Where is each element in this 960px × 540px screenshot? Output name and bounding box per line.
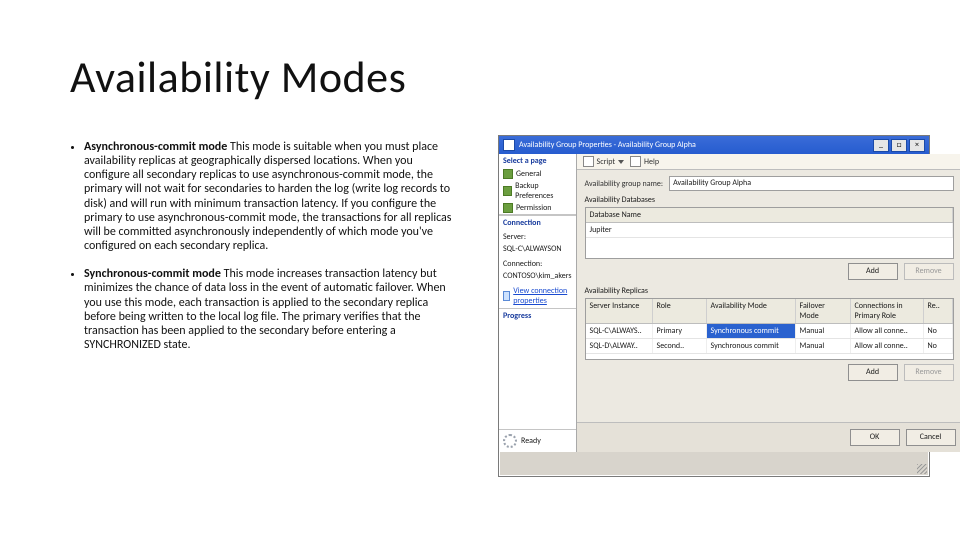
- table-row: SQL-C\ALWAYS.. Primary Synchronous commi…: [586, 324, 953, 339]
- view-connection-link[interactable]: View connection properties: [499, 284, 576, 308]
- term-async: Asynchronous-commit mode: [84, 140, 227, 154]
- bullet-sync: Synchronous-commit mode This mode increa…: [84, 267, 460, 352]
- nav-panel: Select a page General Backup Preferences…: [499, 154, 577, 452]
- page-icon: [503, 169, 513, 179]
- table-row: SQL-D\ALWAY.. Second.. Synchronous commi…: [586, 339, 953, 354]
- page-title: Availability Modes: [70, 50, 406, 104]
- cancel-button[interactable]: Cancel: [906, 429, 956, 446]
- bullet-async: Asynchronous-commit mode This mode is su…: [84, 140, 460, 253]
- maximize-button[interactable]: □: [891, 139, 907, 152]
- spinner-icon: [503, 434, 517, 448]
- db-add-button[interactable]: Add: [848, 263, 898, 280]
- nav-item-general[interactable]: General: [499, 168, 576, 180]
- databases-label: Availability Databases: [585, 195, 954, 205]
- nav-item-permission[interactable]: Permission: [499, 202, 576, 214]
- help-icon: [630, 156, 641, 167]
- link-icon: [503, 291, 510, 301]
- ribbon: Script Help: [577, 154, 960, 170]
- progress-row: Ready: [499, 429, 576, 452]
- script-menu[interactable]: Script: [583, 156, 625, 167]
- app-icon: [503, 139, 515, 151]
- db-header: Database Name: [586, 208, 953, 222]
- nav-header-pages: Select a page: [499, 154, 576, 168]
- dialog-window: Availability Group Properties - Availabi…: [498, 135, 930, 477]
- body-text: Asynchronous-commit mode This mode is su…: [70, 140, 460, 366]
- nav-header-progress: Progress: [499, 308, 576, 323]
- nav-header-connection: Connection: [499, 215, 576, 230]
- term-sync: Synchronous-commit mode: [84, 267, 221, 281]
- main-panel: Script Help Availability group name: Ava…: [577, 154, 960, 452]
- availability-mode-cell[interactable]: Synchronous commit: [707, 324, 796, 338]
- progress-status: Ready: [521, 436, 541, 446]
- titlebar: Availability Group Properties - Availabi…: [499, 136, 929, 154]
- slide: Availability Modes Asynchronous-commit m…: [0, 0, 960, 540]
- window-title: Availability Group Properties - Availabi…: [519, 140, 696, 150]
- replicas-label: Availability Replicas: [585, 286, 954, 296]
- help-button[interactable]: Help: [630, 156, 659, 167]
- minimize-button[interactable]: _: [873, 139, 889, 152]
- close-button[interactable]: ×: [909, 139, 925, 152]
- databases-grid[interactable]: Database Name Jupiter: [585, 207, 954, 259]
- agname-input[interactable]: Availability Group Alpha: [669, 176, 953, 191]
- conn-value: CONTOSO\kim_akers: [499, 271, 576, 284]
- conn-server-label: Server:: [499, 230, 576, 244]
- page-icon: [503, 203, 513, 213]
- dialog-footer: OK Cancel: [577, 422, 960, 452]
- resize-grip[interactable]: [917, 464, 927, 474]
- ok-button[interactable]: OK: [850, 429, 900, 446]
- db-remove-button[interactable]: Remove: [904, 263, 954, 280]
- table-row: Jupiter: [586, 223, 953, 238]
- replica-remove-button[interactable]: Remove: [904, 364, 954, 381]
- page-icon: [503, 186, 512, 196]
- nav-item-backup[interactable]: Backup Preferences: [499, 180, 576, 202]
- text-async: This mode is suitable when you must plac…: [84, 140, 452, 253]
- agname-label: Availability group name:: [585, 179, 664, 189]
- chevron-down-icon: [618, 160, 624, 164]
- replica-add-button[interactable]: Add: [848, 364, 898, 381]
- replicas-grid[interactable]: Server Instance Role Availability Mode F…: [585, 298, 954, 360]
- script-icon: [583, 156, 594, 167]
- conn-server-value: SQL-C\ALWAYSON: [499, 244, 576, 257]
- conn-label: Connection:: [499, 257, 576, 271]
